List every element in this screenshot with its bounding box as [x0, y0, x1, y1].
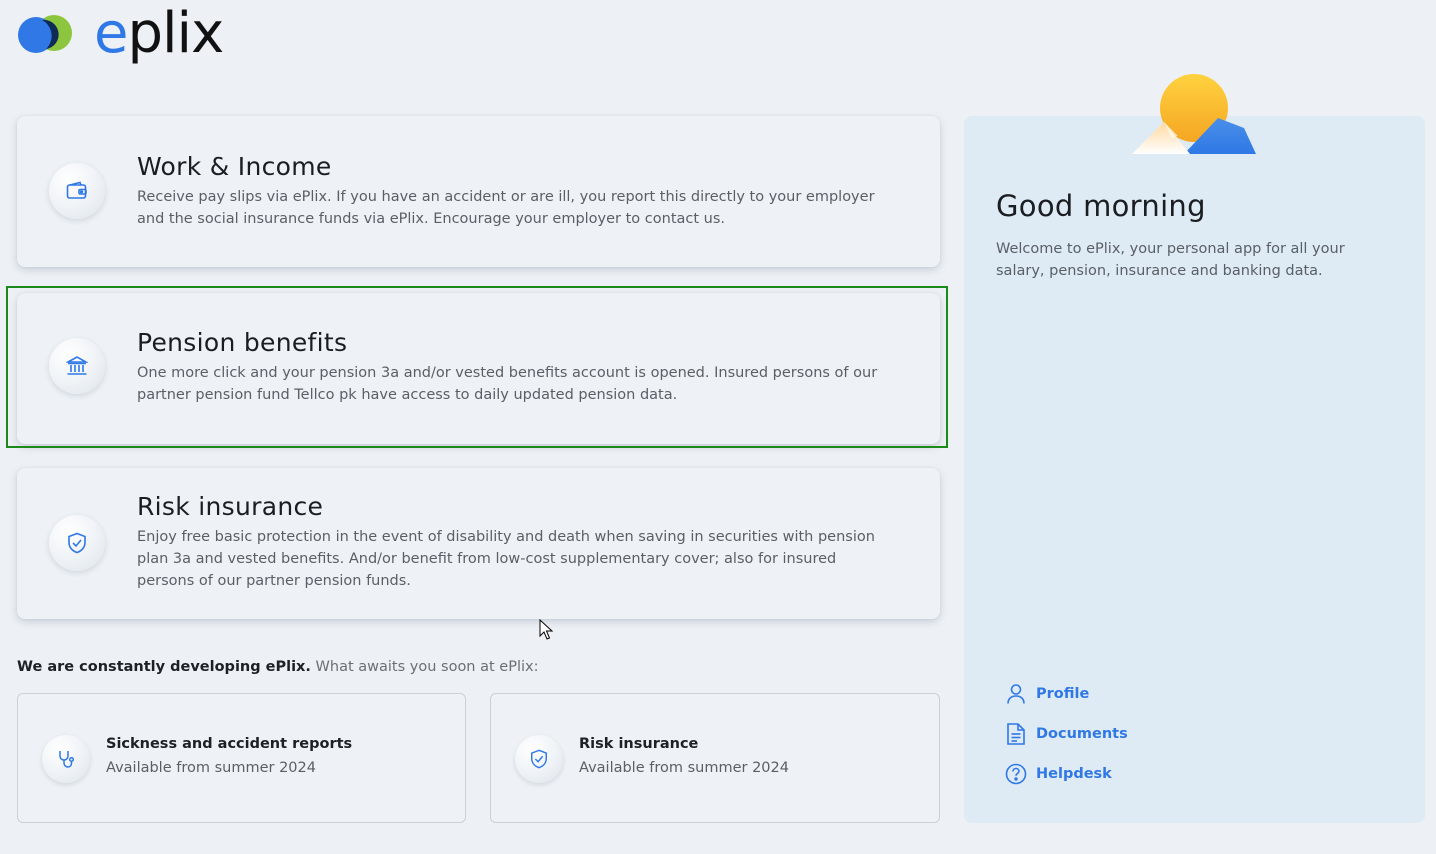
- eplix-logo-mark-icon: [18, 15, 72, 53]
- profile-link[interactable]: Profile: [1004, 681, 1089, 707]
- greeting-heading: Good morning: [996, 189, 1206, 223]
- development-notice: We are constantly developing ePlix. What…: [17, 659, 539, 675]
- card-title: Risk insurance: [137, 492, 324, 521]
- stethoscope-icon: [42, 735, 90, 783]
- sun-mountain-illustration-icon: [1132, 74, 1256, 154]
- card-description: One more click and your pension 3a and/o…: [137, 365, 878, 403]
- coming-soon-sickness-reports: Sickness and accident reports Available …: [17, 693, 466, 823]
- card-pension-benefits[interactable]: Pension benefits One more click and your…: [17, 293, 940, 444]
- shield-check-icon: [49, 515, 105, 571]
- coming-soon-risk-insurance: Risk insurance Available from summer 202…: [490, 693, 940, 823]
- card-title: Pension benefits: [137, 328, 348, 357]
- eplix-logo[interactable]: eplix: [16, 1, 224, 66]
- welcome-text: Welcome to ePlix, your personal app for …: [996, 241, 1345, 279]
- help-circle-icon: [1004, 762, 1028, 786]
- wallet-icon: [49, 163, 105, 219]
- mouse-pointer-icon: [539, 619, 554, 640]
- tile-title: Sickness and accident reports: [106, 736, 353, 752]
- helpdesk-link-label: Helpdesk: [1036, 766, 1112, 782]
- document-icon: [1004, 722, 1028, 746]
- eplix-wordmark: eplix: [94, 1, 224, 66]
- documents-link[interactable]: Documents: [1004, 721, 1128, 747]
- helpdesk-link[interactable]: Helpdesk: [1004, 761, 1112, 787]
- shield-check-icon: [515, 735, 563, 783]
- eplix-dashboard: eplix Work & Income Receive pay slips vi…: [0, 0, 1436, 854]
- profile-link-label: Profile: [1036, 686, 1090, 702]
- tile-availability: Available from summer 2024: [579, 760, 789, 776]
- card-title: Work & Income: [137, 152, 332, 181]
- user-icon: [1004, 682, 1028, 706]
- card-risk-insurance[interactable]: Risk insurance Enjoy free basic protecti…: [17, 468, 940, 619]
- card-work-income[interactable]: Work & Income Receive pay slips via ePli…: [17, 116, 940, 267]
- card-description: Receive pay slips via ePlix. If you have…: [137, 189, 875, 227]
- tile-title: Risk insurance: [579, 736, 699, 752]
- card-description: Enjoy free basic protection in the event…: [137, 529, 875, 589]
- documents-link-label: Documents: [1036, 726, 1128, 742]
- bank-icon: [49, 338, 105, 394]
- tile-availability: Available from summer 2024: [106, 760, 316, 776]
